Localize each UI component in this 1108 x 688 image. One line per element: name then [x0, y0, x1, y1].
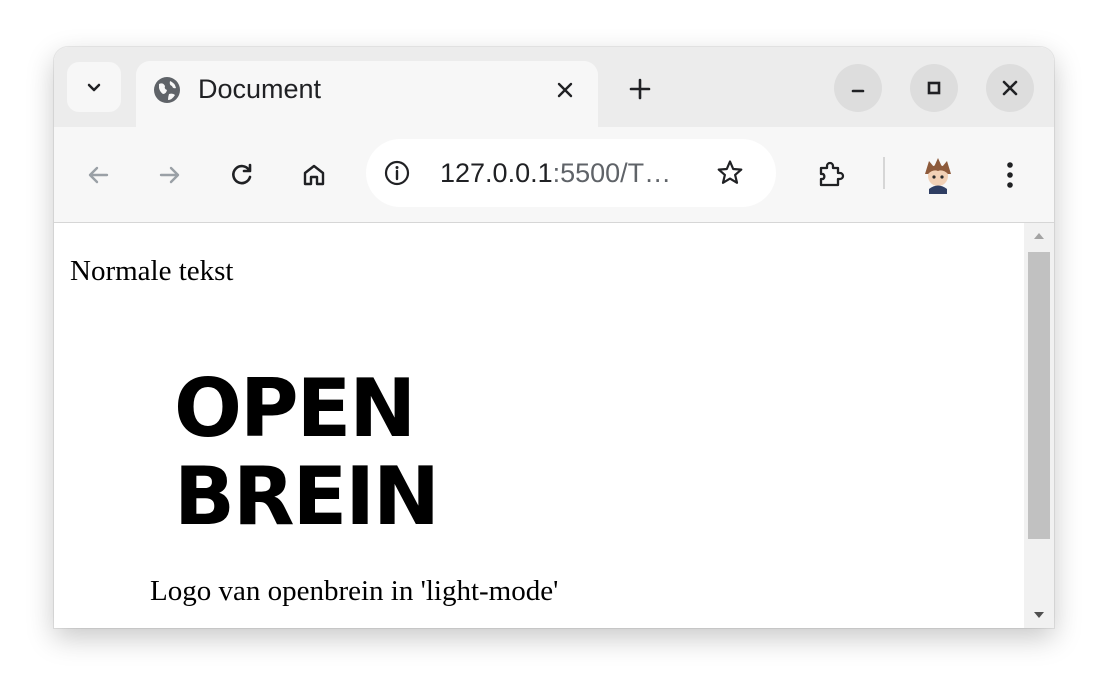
logo-line-open: OPEN: [174, 362, 416, 455]
browser-toolbar: 127.0.0.1:5500/T…: [54, 127, 1054, 223]
maximize-icon: [927, 81, 941, 95]
tab-title: Document: [198, 74, 322, 104]
tab-document[interactable]: Document: [136, 61, 598, 129]
close-icon: [557, 82, 573, 98]
star-icon: [717, 160, 743, 184]
maximize-button[interactable]: [910, 64, 958, 112]
browser-window: Document 127.0.0.1:5500/T… Normale tekst…: [54, 47, 1054, 628]
tab-close-button[interactable]: [548, 73, 582, 107]
more-menu-icon: [1007, 162, 1013, 188]
reload-icon: [232, 163, 252, 185]
scroll-up-button[interactable]: [1024, 223, 1054, 249]
scrollbar-thumb[interactable]: [1028, 252, 1050, 539]
window-close-button[interactable]: [986, 64, 1034, 112]
chevron-down-icon: [87, 83, 101, 92]
close-icon: [1002, 80, 1018, 96]
normal-text: Normale tekst: [70, 255, 234, 287]
minimize-button[interactable]: [834, 64, 882, 112]
tab-strip: Document: [54, 47, 1054, 129]
new-tab-button[interactable]: [620, 69, 660, 109]
extensions-icon: [819, 161, 845, 187]
vertical-scrollbar[interactable]: [1024, 223, 1054, 628]
site-info-button[interactable]: [380, 156, 414, 190]
back-button[interactable]: [76, 153, 120, 197]
info-icon: [384, 160, 410, 186]
page-viewport: Normale tekst OPEN BREIN Logo van openbr…: [54, 223, 1024, 628]
forward-button[interactable]: [148, 153, 192, 197]
url-host: 127.0.0.1: [440, 158, 553, 188]
logo-line-brein: BREIN: [174, 450, 440, 543]
home-icon: [303, 164, 325, 186]
toolbar-divider: [883, 157, 885, 189]
url-path: :5500/T…: [552, 158, 672, 188]
openbrein-logo: OPEN BREIN: [174, 362, 440, 543]
minimize-icon: [851, 89, 865, 93]
home-button[interactable]: [292, 153, 336, 197]
globe-icon: [154, 77, 180, 103]
tab-search-button[interactable]: [67, 62, 121, 112]
logo-caption: Logo van openbrein in 'light-mode': [150, 575, 559, 607]
profile-avatar[interactable]: [916, 152, 960, 196]
back-arrow-icon: [88, 166, 109, 184]
url-text[interactable]: 127.0.0.1:5500/T…: [440, 155, 671, 191]
plus-icon: [629, 78, 651, 100]
scroll-down-arrow-icon: [1034, 612, 1044, 618]
scroll-up-arrow-icon: [1034, 233, 1044, 239]
reload-button[interactable]: [220, 153, 264, 197]
more-menu-button[interactable]: [988, 153, 1032, 197]
forward-arrow-icon: [159, 166, 180, 184]
extensions-button[interactable]: [809, 153, 853, 197]
bookmark-button[interactable]: [710, 153, 750, 193]
address-bar[interactable]: 127.0.0.1:5500/T…: [366, 139, 776, 207]
scroll-down-button[interactable]: [1024, 602, 1054, 628]
